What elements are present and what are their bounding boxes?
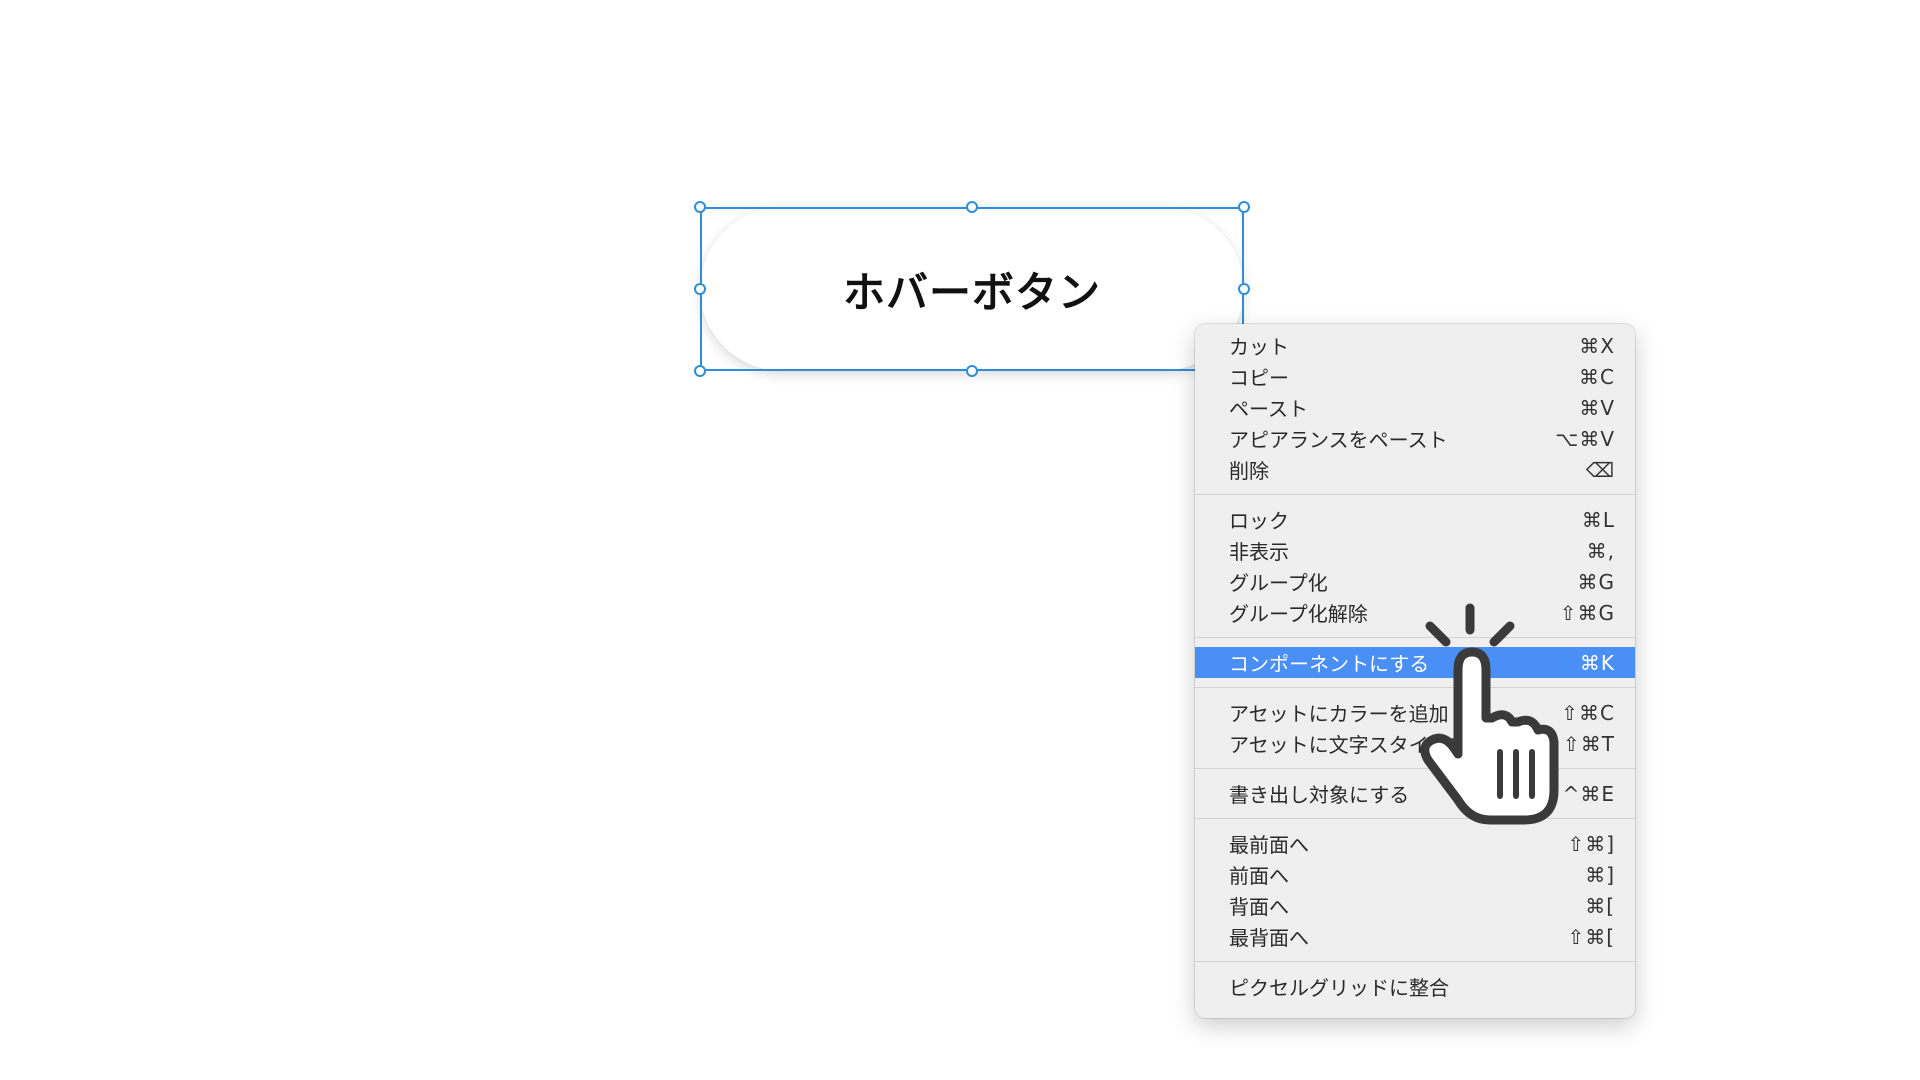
menu-item[interactable]: 前面へ ⌘] (1195, 859, 1635, 890)
menu-item[interactable]: 非表示 ⌘, (1195, 535, 1635, 566)
menu-item[interactable]: ピクセルグリッドに整合 (1195, 971, 1635, 1002)
menu-item[interactable]: 最背面へ ⇧⌘[ (1195, 921, 1635, 952)
menu-item-shortcut: ⌘V (1579, 395, 1615, 420)
menu-item-shortcut: ⇧⌘C (1561, 700, 1615, 725)
menu-item-shortcut: ⌥⌘V (1555, 426, 1615, 451)
menu-item-label: グループ化 (1229, 571, 1328, 595)
menu-item-label: 前面へ (1229, 864, 1289, 888)
menu-item-label: アセットに文字スタイルを追加 (1229, 733, 1509, 757)
hover-button-label: ホバーボタン (842, 267, 1101, 317)
menu-item-label: ペースト (1229, 397, 1308, 421)
menu-item-shortcut: ⌘X (1579, 333, 1615, 358)
menu-item-label: 非表示 (1229, 540, 1289, 564)
menu-item-shortcut: ⇧⌘G (1559, 600, 1615, 625)
menu-item[interactable]: 最前面へ ⇧⌘] (1195, 828, 1635, 859)
menu-item-label: 最前面へ (1229, 833, 1309, 857)
menu-item-shortcut: ^⌘E (1562, 781, 1615, 806)
menu-separator (1195, 768, 1635, 769)
menu-item-shortcut: ⌫ (1585, 457, 1615, 482)
menu-item-label: アセットにカラーを追加 (1229, 702, 1449, 726)
menu-item[interactable]: ロック ⌘L (1195, 504, 1635, 535)
menu-item-shortcut: ⌘[ (1585, 893, 1615, 918)
menu-item-shortcut: ⌘C (1579, 364, 1615, 389)
menu-item[interactable]: アセットにカラーを追加 ⇧⌘C (1195, 697, 1635, 728)
menu-item-label: アピアランスをペースト (1229, 428, 1448, 452)
menu-item-label: 背面へ (1229, 895, 1289, 919)
menu-item[interactable]: コンポーネントにする ⌘K (1195, 647, 1635, 678)
context-menu: カット ⌘X コピー ⌘C ペースト ⌘V アピアランスをペースト ⌥⌘V 削除 ⌫ ロック ⌘L 非表… (1195, 324, 1635, 1018)
resize-handle-top[interactable] (966, 201, 978, 213)
menu-separator (1195, 818, 1635, 819)
resize-handle-left[interactable] (694, 283, 706, 295)
menu-item-label: 削除 (1229, 459, 1269, 483)
resize-handle-top-left[interactable] (694, 201, 706, 213)
menu-item[interactable]: グループ化解除 ⇧⌘G (1195, 597, 1635, 628)
menu-item[interactable]: カット ⌘X (1195, 330, 1635, 361)
menu-item[interactable]: アピアランスをペースト ⌥⌘V (1195, 423, 1635, 454)
menu-item-shortcut: ⇧⌘] (1567, 831, 1615, 856)
resize-handle-bottom[interactable] (966, 365, 978, 377)
menu-item-label: ピクセルグリッドに整合 (1229, 976, 1449, 1000)
menu-item-shortcut: ⇧⌘[ (1567, 924, 1615, 949)
menu-item[interactable]: アセットに文字スタイルを追加 ⇧⌘T (1195, 728, 1635, 759)
menu-item[interactable]: 削除 ⌫ (1195, 454, 1635, 485)
menu-separator (1195, 637, 1635, 638)
menu-item[interactable]: グループ化 ⌘G (1195, 566, 1635, 597)
menu-item-label: カット (1229, 335, 1289, 359)
menu-item-shortcut: ⌘K (1579, 650, 1615, 675)
menu-separator (1195, 494, 1635, 495)
menu-item[interactable]: 書き出し対象にする ^⌘E (1195, 778, 1635, 809)
menu-item-shortcut: ⌘, (1586, 538, 1615, 563)
menu-item-label: 最背面へ (1229, 926, 1309, 950)
menu-item-label: ロック (1229, 509, 1289, 533)
menu-item-shortcut: ⌘G (1577, 569, 1615, 594)
menu-item[interactable]: 背面へ ⌘[ (1195, 890, 1635, 921)
resize-handle-right[interactable] (1238, 283, 1250, 295)
menu-item-label: 書き出し対象にする (1229, 783, 1410, 807)
menu-item-shortcut: ⌘L (1581, 507, 1615, 532)
menu-item-label: グループ化解除 (1229, 602, 1368, 626)
menu-item[interactable]: コピー ⌘C (1195, 361, 1635, 392)
menu-separator (1195, 687, 1635, 688)
design-canvas[interactable]: ホバーボタン カット ⌘X コピー ⌘C ペースト ⌘V アピアランスをペースト ⌥⌘V 削除 ⌫… (0, 0, 1920, 1080)
menu-item-label: コピー (1229, 366, 1289, 390)
menu-item-shortcut: ⌘] (1585, 862, 1615, 887)
menu-item-shortcut: ⇧⌘T (1563, 731, 1615, 756)
menu-separator (1195, 961, 1635, 962)
resize-handle-bottom-left[interactable] (694, 365, 706, 377)
hover-button[interactable]: ホバーボタン (700, 207, 1244, 371)
menu-item-label: コンポーネントにする (1229, 652, 1430, 676)
menu-item[interactable]: ペースト ⌘V (1195, 392, 1635, 423)
resize-handle-top-right[interactable] (1238, 201, 1250, 213)
